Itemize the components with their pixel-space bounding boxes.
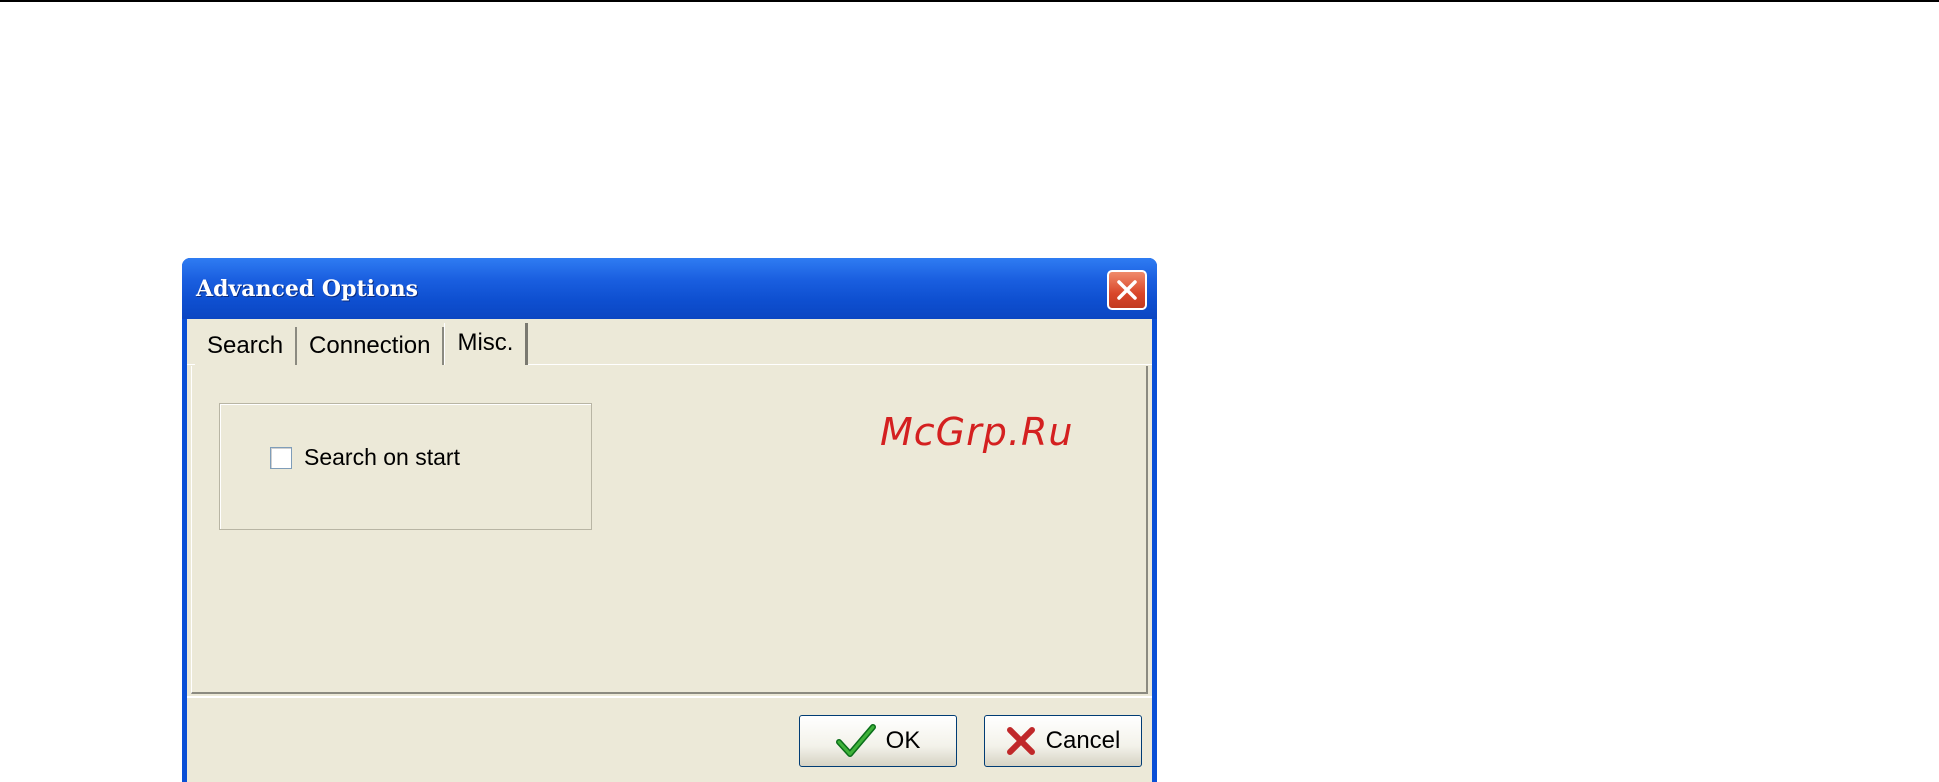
tab-search[interactable]: Search	[195, 327, 298, 365]
search-on-start-checkbox[interactable]	[270, 446, 292, 469]
advanced-options-dialog: Advanced Options Search Connection Misc.	[182, 258, 1157, 782]
dialog-client-area: Search Connection Misc. Search on start …	[187, 319, 1152, 782]
search-on-start-label: Search on start	[304, 444, 460, 470]
tab-strip: Search Connection Misc.	[195, 323, 529, 365]
button-bar: OK Cancel	[187, 696, 1152, 782]
top-rule	[0, 0, 1939, 2]
search-on-start-option[interactable]: Search on start	[270, 444, 460, 471]
watermark: McGrp.Ru	[880, 410, 1074, 454]
cancel-button-label: Cancel	[1045, 727, 1121, 754]
tab-misc-label: Misc.	[457, 329, 514, 356]
tab-misc[interactable]: Misc.	[444, 323, 529, 365]
x-icon	[1006, 726, 1036, 756]
cancel-button[interactable]: Cancel	[984, 715, 1142, 767]
ok-button-label: OK	[885, 727, 921, 754]
dialog-title: Advanced Options	[196, 276, 419, 302]
misc-tab-panel: Search on start McGrp.Ru	[191, 366, 1148, 694]
tab-search-label: Search	[207, 332, 284, 359]
ok-button[interactable]: OK	[799, 715, 957, 767]
options-groupbox: Search on start	[219, 403, 592, 530]
checkmark-icon	[835, 724, 876, 758]
close-button[interactable]	[1107, 270, 1147, 310]
title-bar[interactable]: Advanced Options	[182, 258, 1157, 319]
tab-connection[interactable]: Connection	[297, 327, 445, 365]
close-icon	[1115, 278, 1139, 302]
tab-connection-label: Connection	[309, 332, 431, 359]
